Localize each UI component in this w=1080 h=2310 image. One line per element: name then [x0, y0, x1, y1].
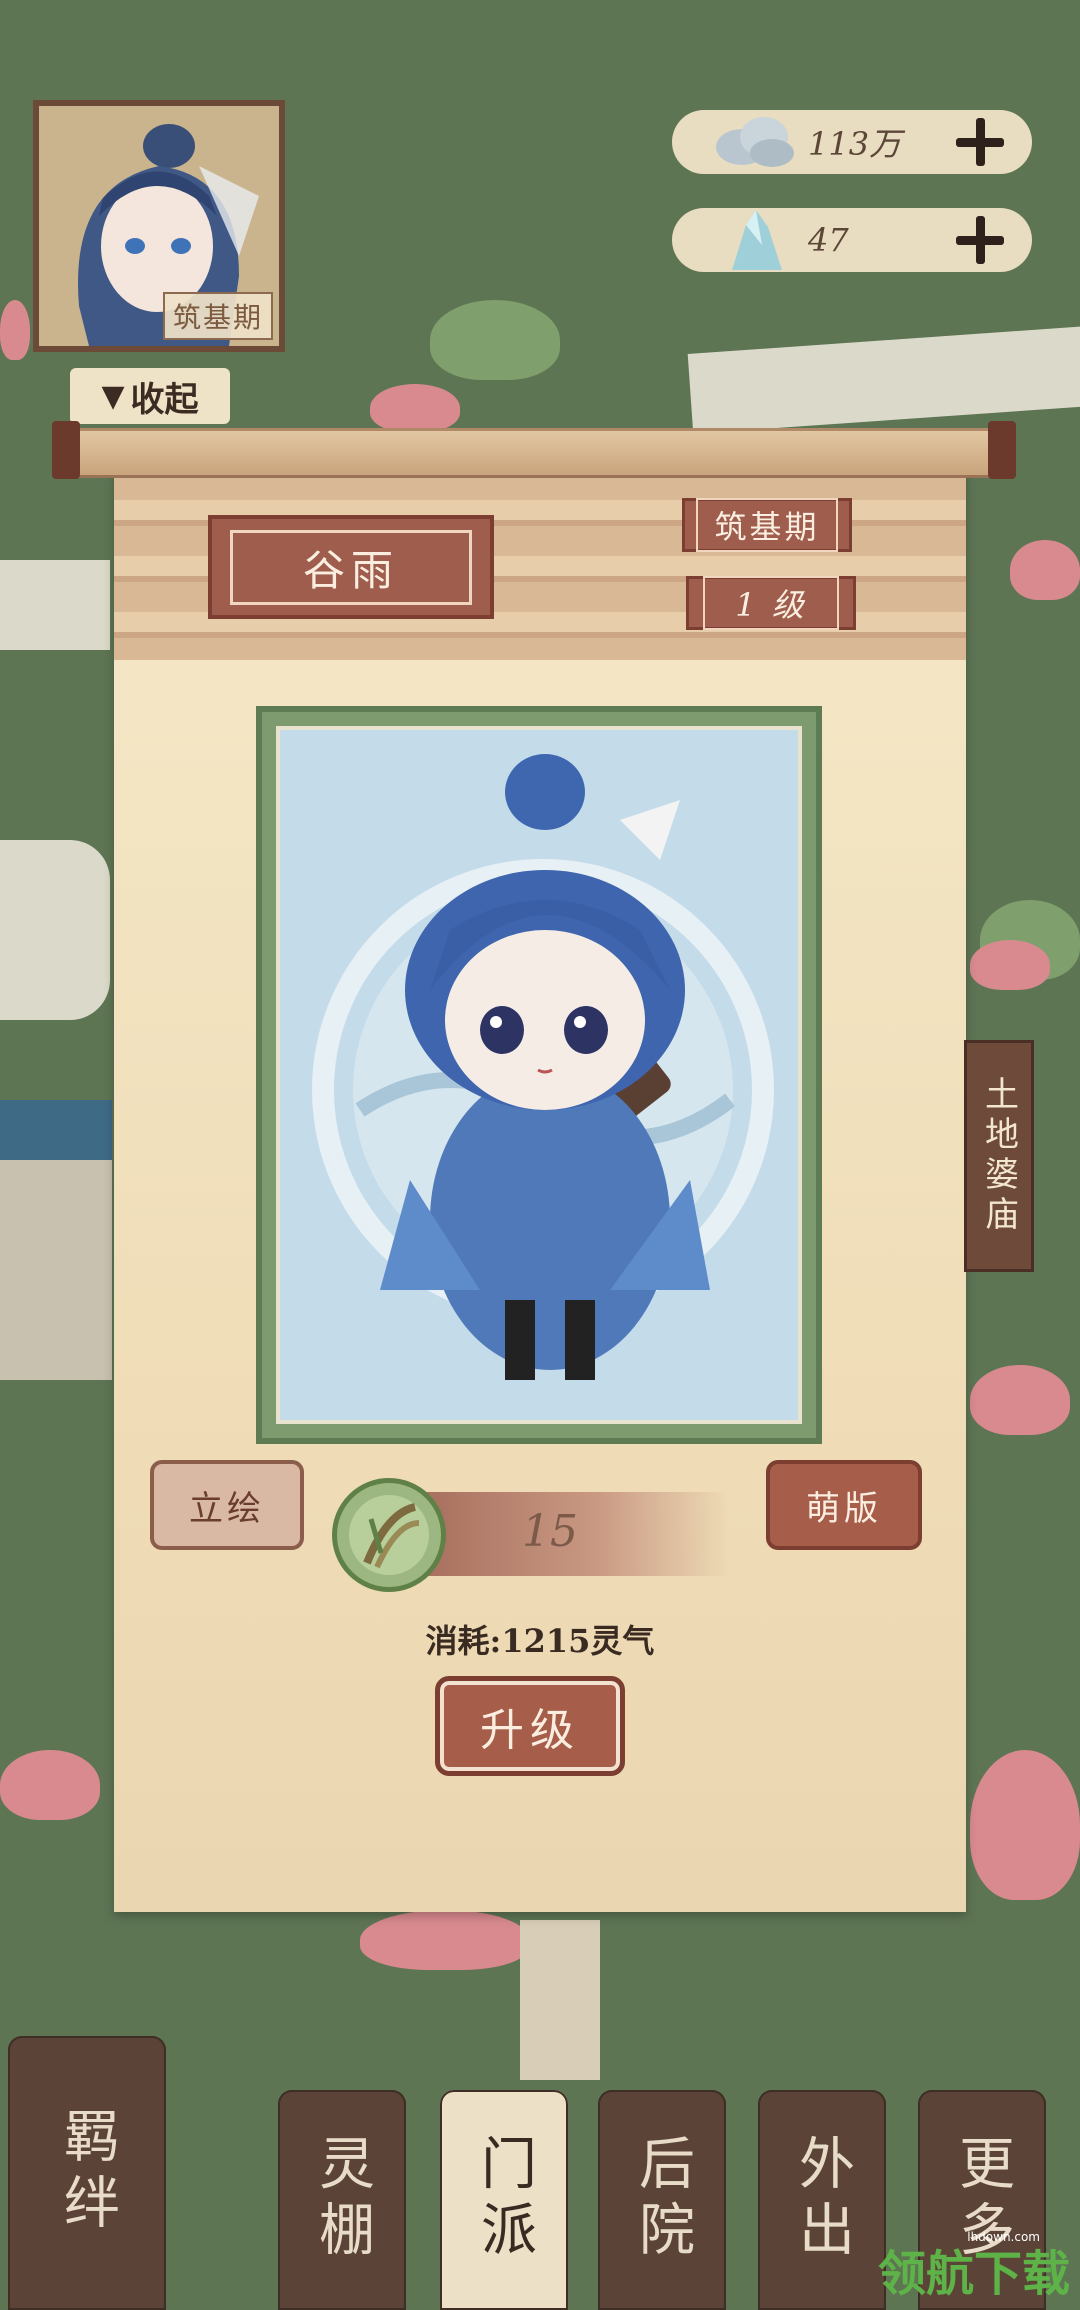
bamboo-medal-icon: [332, 1478, 446, 1592]
portrait-view-button[interactable]: 立绘: [150, 1460, 304, 1550]
tree-decoration: [430, 300, 560, 380]
character-level-badge: 1 级: [686, 576, 856, 630]
triangle-down-icon: ▼: [101, 378, 125, 414]
nav-outing[interactable]: 外出: [758, 2090, 886, 2310]
bush-decoration: [970, 1365, 1070, 1435]
collapse-button[interactable]: ▼ 收起: [70, 368, 230, 424]
nav-spirit-shed-label: 灵棚: [309, 2134, 375, 2266]
character-name: 谷雨: [229, 529, 472, 605]
upgrade-cost: 消耗:1215灵气: [425, 1622, 655, 1660]
upgrade-label: 升级: [480, 1705, 580, 1756]
river-top-right: [687, 326, 1080, 434]
bush-decoration: [1010, 540, 1080, 600]
chibi-view-button[interactable]: 萌版: [766, 1460, 922, 1550]
player-rank-tag: 筑基期: [162, 292, 273, 340]
nav-bonds[interactable]: 羁绊: [8, 2036, 166, 2310]
add-coin-button[interactable]: [952, 114, 1008, 170]
collapse-label: 收起: [130, 379, 199, 420]
nav-outing-label: 外出: [789, 2134, 855, 2266]
river-left-lower: [0, 840, 110, 1020]
character-name-plate: 谷雨: [208, 515, 494, 619]
resource-coin-bar: 113万: [672, 110, 1032, 174]
bush-decoration: [970, 1750, 1080, 1900]
nav-sect-label: 门派: [471, 2134, 537, 2266]
house-decoration: [0, 1100, 112, 1380]
gem-value: 47: [808, 221, 849, 259]
temple-building-label[interactable]: 土地婆庙: [964, 1040, 1034, 1272]
nav-backyard[interactable]: 后院: [598, 2090, 726, 2310]
nav-bonds-label: 羁绊: [54, 2107, 120, 2239]
add-gem-button[interactable]: [952, 212, 1008, 268]
coin-value: 113万: [808, 125, 902, 163]
chibi-character-illustration: [312, 754, 774, 1380]
nav-backyard-label: 后院: [629, 2134, 695, 2266]
path-decoration: [520, 1920, 600, 2080]
character-frame: [256, 706, 822, 1444]
character-rank-badge: 筑基期: [682, 498, 852, 552]
upgrade-button[interactable]: 升级: [435, 1676, 625, 1776]
bush-decoration: [360, 1910, 530, 1970]
nav-sect[interactable]: 门派: [440, 2090, 568, 2310]
crystal-icon: [712, 205, 798, 275]
bush-decoration: [370, 384, 460, 432]
bush-decoration: [0, 300, 30, 360]
chibi-view-label: 萌版: [806, 1488, 882, 1529]
bush-decoration: [0, 1750, 100, 1820]
character-rank: 筑基期: [696, 498, 838, 552]
scroll-rod-end-right: [988, 421, 1016, 479]
upgrade-progress-value: 15: [522, 1506, 578, 1557]
scroll-rod: [56, 428, 1014, 478]
character-level: 1 级: [703, 576, 839, 630]
cloud-icon: [712, 107, 798, 177]
river-left: [0, 560, 110, 650]
watermark-logo: 领航下载: [877, 2246, 1070, 2302]
nav-spirit-shed[interactable]: 灵棚: [278, 2090, 406, 2310]
scroll-rod-end-left: [52, 421, 80, 479]
resource-gem-bar: 47: [672, 208, 1032, 272]
portrait-view-label: 立绘: [189, 1488, 265, 1529]
bush-decoration: [970, 940, 1050, 990]
character-art: [276, 726, 802, 1424]
player-portrait[interactable]: 筑基期: [33, 100, 285, 352]
